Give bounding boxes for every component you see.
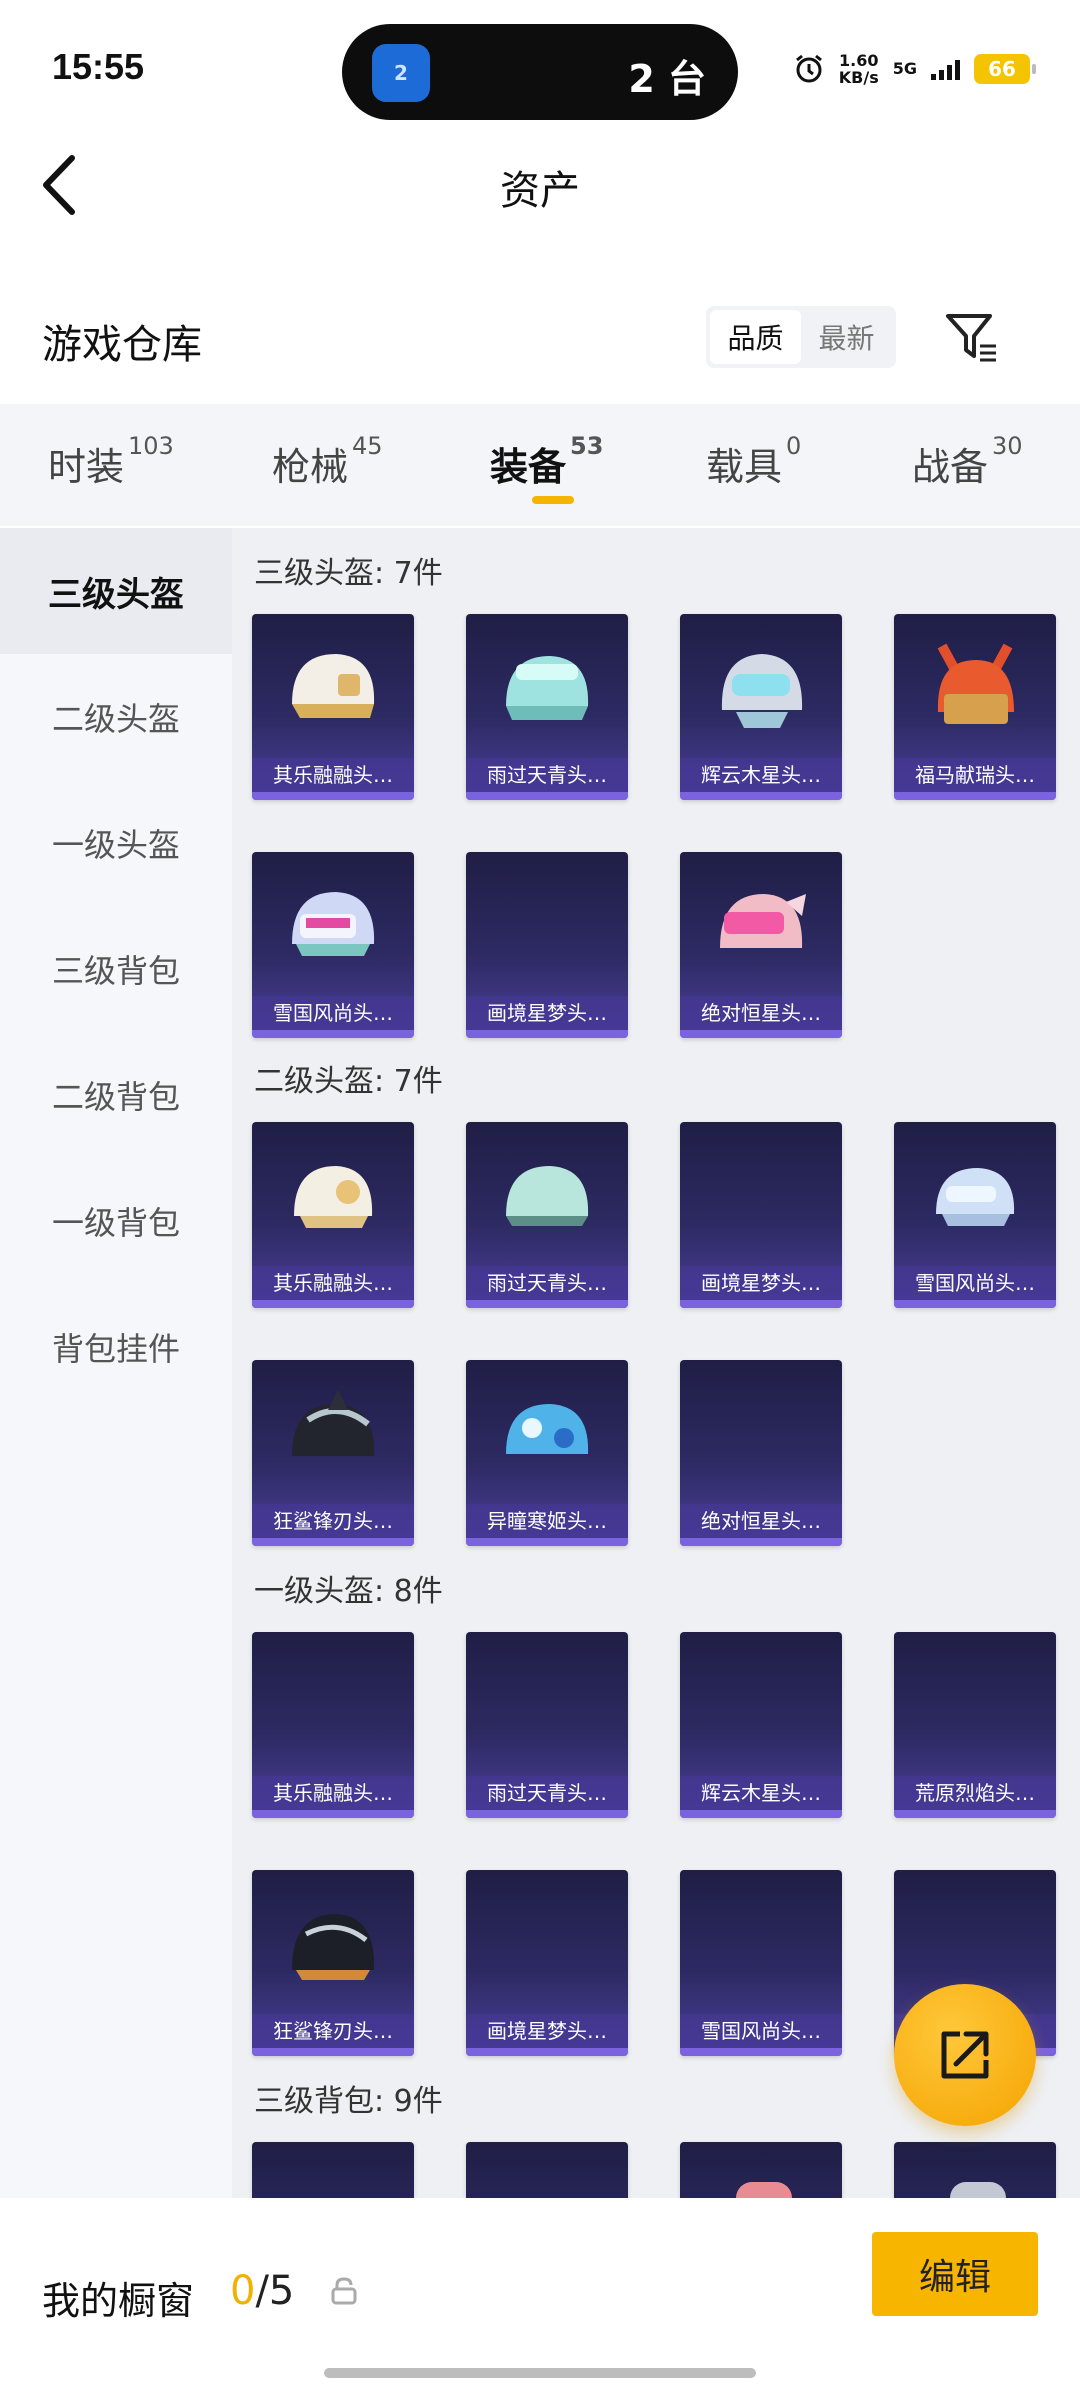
item-card[interactable]: 画境星梦头…: [466, 1870, 628, 2056]
helmet-icon: [292, 1914, 375, 1980]
item-card[interactable]: 雪国风尚头…: [894, 1122, 1056, 1308]
item-card[interactable]: 辉云木星头…: [680, 1632, 842, 1818]
hotspot-icon: 2: [372, 44, 430, 102]
sidebar-item-lv2-helmet[interactable]: 二级头盔: [0, 654, 232, 780]
sidebar: 三级头盔 二级头盔 一级头盔 三级背包 二级背包 一级背包 背包挂件: [0, 528, 232, 2198]
tab-fashion[interactable]: 时装 103: [48, 432, 174, 491]
backpack-icon: [950, 2182, 1006, 2198]
sidebar-item-lv3-helmet[interactable]: 三级头盔: [0, 528, 232, 654]
item-card[interactable]: 雨过天青头…: [466, 614, 628, 800]
section-title: 一级头盔: 8件: [254, 1574, 443, 1609]
network-type: 5G: [892, 59, 917, 78]
external-link-icon: [941, 2031, 989, 2079]
sidebar-item-lv1-backpack[interactable]: 一级背包: [0, 1158, 232, 1284]
battery-icon: 66: [974, 54, 1036, 84]
dynamic-island[interactable]: 2 2 台: [342, 24, 738, 120]
sidebar-item-lv1-helmet[interactable]: 一级头盔: [0, 780, 232, 906]
helmet-icon: [506, 1404, 589, 1454]
item-card[interactable]: 狂鲨锋刃头…: [252, 1360, 414, 1546]
item-card[interactable]: 荒原烈焰头…: [894, 1632, 1056, 1818]
sort-toggle: 品质 最新: [706, 306, 896, 368]
warehouse-title: 游戏仓库: [42, 322, 202, 368]
hotspot-count: 2 台: [628, 57, 706, 101]
item-card[interactable]: [680, 2142, 842, 2198]
item-card[interactable]: 辉云木星头…: [680, 614, 842, 800]
helmet-icon: [294, 1166, 373, 1228]
section-title: 二级头盔: 7件: [254, 1064, 443, 1099]
item-card[interactable]: [466, 2142, 628, 2198]
item-card[interactable]: 绝对恒星头…: [680, 852, 842, 1038]
status-bar: 15:55 2 2 台 1.60 KB/s 5G 66: [0, 0, 1080, 130]
showcase-label: 我的橱窗: [42, 2279, 195, 2323]
net-speed: 1.60 KB/s: [838, 51, 879, 87]
showcase-count: 0/5: [230, 2268, 295, 2314]
sort-quality-button[interactable]: 品质: [710, 310, 801, 364]
helmet-icon: [937, 643, 1014, 724]
system-icons: 1.60 KB/s 5G 66: [793, 51, 1036, 87]
item-card[interactable]: 其乐融融头…: [252, 1632, 414, 1818]
helmet-icon: [721, 654, 803, 728]
filter-icon[interactable]: [944, 312, 1000, 364]
item-card[interactable]: 狂鲨锋刃头…: [252, 1870, 414, 2056]
item-card[interactable]: 异瞳寒姬头…: [466, 1360, 628, 1546]
tab-active-indicator: [532, 496, 574, 504]
tab-firearms[interactable]: 枪械 45: [272, 432, 383, 491]
tab-equipment[interactable]: 装备 53: [490, 432, 603, 491]
helmet-icon: [506, 656, 589, 720]
sidebar-item-backpack-pendant[interactable]: 背包挂件: [0, 1284, 232, 1410]
item-card[interactable]: [252, 2142, 414, 2198]
item-card[interactable]: 雨过天青头…: [466, 1122, 628, 1308]
helmet-icon: [720, 894, 806, 948]
item-card[interactable]: 其乐融融头…: [252, 1122, 414, 1308]
item-card[interactable]: 雪国风尚头…: [252, 852, 414, 1038]
item-card[interactable]: 其乐融融头…: [252, 614, 414, 800]
item-grid: 三级头盔: 7件 其乐融融头… 雨过天青头… 辉云木星头… 福马献瑞头… 雪国风…: [232, 528, 1080, 2198]
helmet-icon: [292, 1390, 375, 1456]
item-card[interactable]: 画境星梦头…: [466, 852, 628, 1038]
helmet-icon: [936, 1168, 1015, 1226]
item-card[interactable]: 画境星梦头…: [680, 1122, 842, 1308]
clock: 15:55: [52, 46, 145, 87]
sidebar-item-lv3-backpack[interactable]: 三级背包: [0, 906, 232, 1032]
share-button[interactable]: [894, 1984, 1036, 2126]
item-card[interactable]: 福马献瑞头…: [894, 614, 1056, 800]
item-card[interactable]: 雪国风尚头…: [680, 1870, 842, 2056]
helmet-icon: [506, 1166, 589, 1226]
backpack-icon: [736, 2182, 792, 2198]
page-title: 资产: [500, 168, 580, 214]
helmet-icon: [292, 654, 375, 718]
tab-vehicles[interactable]: 载具 0: [706, 432, 801, 491]
section-title: 三级头盔: 7件: [254, 556, 443, 591]
item-card[interactable]: 雨过天青头…: [466, 1632, 628, 1818]
sidebar-item-lv2-backpack[interactable]: 二级背包: [0, 1032, 232, 1158]
item-card[interactable]: 绝对恒星头…: [680, 1360, 842, 1546]
alarm-icon: [795, 54, 822, 83]
helmet-icon: [292, 892, 375, 956]
sort-newest-button[interactable]: 最新: [801, 310, 892, 364]
category-tabs: 时装 103 枪械 45 装备 53 载具 0 战备 30: [0, 404, 1080, 526]
item-card[interactable]: [894, 2142, 1056, 2198]
home-indicator[interactable]: [324, 2368, 756, 2378]
edit-button[interactable]: 编辑: [872, 2232, 1038, 2316]
section-title: 三级背包: 9件: [254, 2084, 443, 2119]
tab-readiness[interactable]: 战备 30: [912, 432, 1023, 491]
signal-icon: [931, 58, 960, 80]
lock-icon: [331, 2277, 357, 2305]
